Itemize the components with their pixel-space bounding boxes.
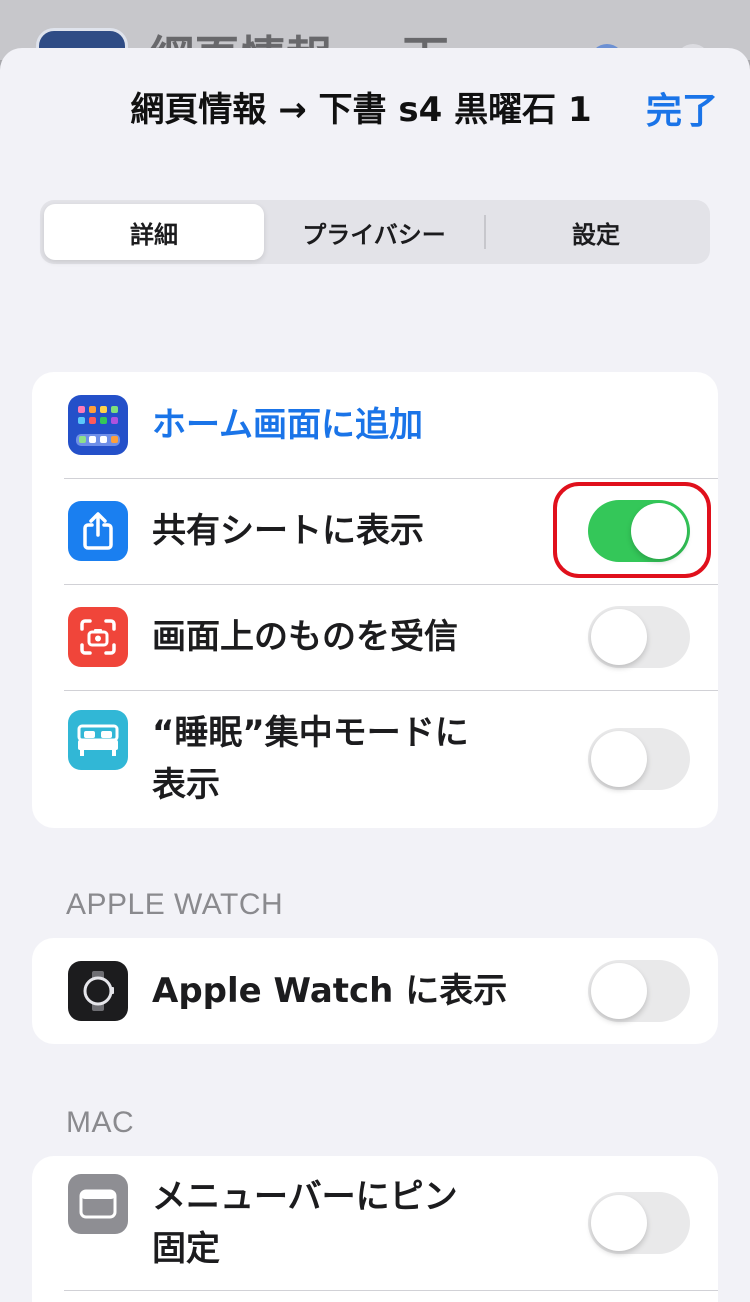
toggle-knob xyxy=(591,963,647,1019)
segmented-control: 詳細 プライバシー 設定 xyxy=(40,200,710,264)
sheet-title: 網頁情報 → 下書 s4 黒曜石 1 xyxy=(130,90,592,130)
pin-menubar-toggle[interactable] xyxy=(588,1192,690,1254)
pin-menubar-label-line1: メニューバーにピン xyxy=(152,1177,458,1217)
sleep-focus-label-line2: 表示 xyxy=(152,765,220,805)
tab-privacy[interactable]: プライバシー xyxy=(264,204,484,260)
receive-onscreen-row: 画面上のものを受信 xyxy=(32,584,718,690)
bed-icon xyxy=(68,710,128,770)
mac-section-header: MAC xyxy=(66,1106,135,1139)
apple-watch-group: Apple Watch に表示 xyxy=(32,938,718,1044)
sleep-focus-label-line1: “睡眠”集中モードに xyxy=(152,713,469,753)
add-to-home-label: ホーム画面に追加 xyxy=(152,405,423,445)
share-icon xyxy=(68,501,128,561)
pin-menubar-label: メニューバーにピン 固定 xyxy=(152,1171,588,1275)
menubar-window-icon xyxy=(68,1174,128,1234)
home-grid-icon xyxy=(68,395,128,455)
apple-watch-label: Apple Watch に表示 xyxy=(152,971,508,1011)
add-to-home-row[interactable]: ホーム画面に追加 xyxy=(32,372,718,478)
sleep-focus-label: “睡眠”集中モードに 表示 xyxy=(152,707,588,811)
shortcut-details-sheet: 網頁情報 → 下書 s4 黒曜石 1 完了 詳細 プライバシー 設定 ホーム画面… xyxy=(0,48,750,1302)
apple-watch-toggle[interactable] xyxy=(588,960,690,1022)
screen-capture-icon xyxy=(68,607,128,667)
receive-onscreen-toggle[interactable] xyxy=(588,606,690,668)
tab-details[interactable]: 詳細 xyxy=(44,204,264,260)
highlight-annotation xyxy=(553,482,711,578)
mac-group: メニューバーにピン 固定 xyxy=(32,1156,718,1302)
toggle-knob xyxy=(591,731,647,787)
pin-menubar-label-line2: 固定 xyxy=(152,1229,220,1269)
tab-settings[interactable]: 設定 xyxy=(486,204,706,260)
apple-watch-row: Apple Watch に表示 xyxy=(32,938,718,1044)
share-sheet-label: 共有シートに表示 xyxy=(152,511,424,551)
toggle-knob xyxy=(591,609,647,665)
apple-watch-icon xyxy=(68,961,128,1021)
done-button[interactable]: 完了 xyxy=(646,82,718,134)
sleep-focus-row: “睡眠”集中モードに 表示 xyxy=(32,690,718,828)
pin-menubar-row: メニューバーにピン 固定 xyxy=(32,1156,718,1290)
row-separator xyxy=(64,1290,718,1291)
toggle-knob xyxy=(591,1195,647,1251)
details-group: ホーム画面に追加 共有シートに表示 画面上のものを受信 “睡眠”集中モードに 表… xyxy=(32,372,718,828)
receive-onscreen-label: 画面上のものを受信 xyxy=(152,617,458,657)
sleep-focus-toggle[interactable] xyxy=(588,728,690,790)
apple-watch-section-header: APPLE WATCH xyxy=(66,888,284,921)
